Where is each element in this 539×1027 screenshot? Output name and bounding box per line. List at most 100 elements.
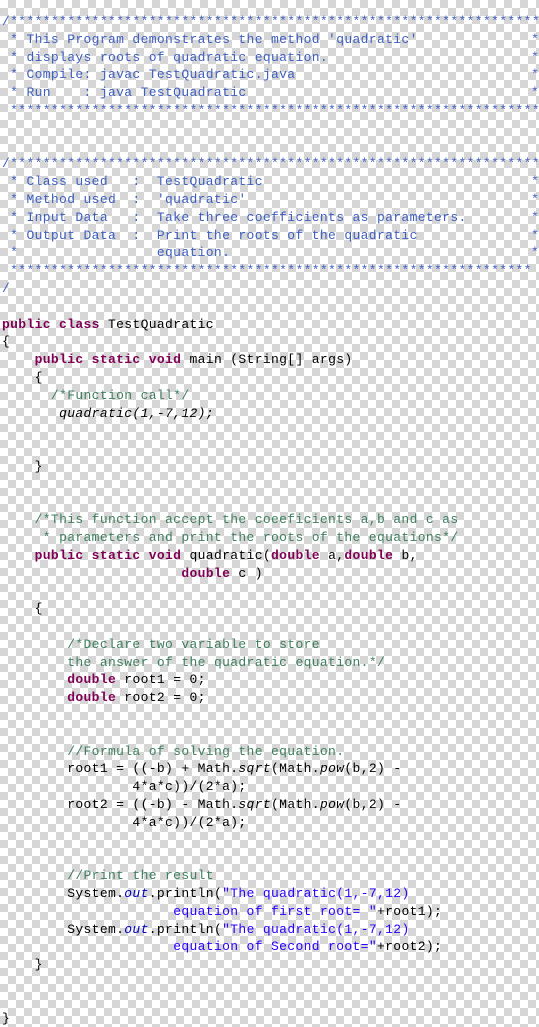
code-line: { xyxy=(0,369,539,387)
info-banner-close: / xyxy=(2,280,11,296)
code-line: { xyxy=(0,600,539,618)
header-line-4-tail: * xyxy=(531,85,539,101)
code-line: /*Declare two variable to store xyxy=(0,636,539,654)
code-line: 4*a*c))/(2*a); xyxy=(0,778,539,796)
header-line-3: * Compile: javac TestQuadratic.java xyxy=(2,67,296,83)
print1-string: "The quadratic(1,-7,12) xyxy=(222,886,410,902)
code-line: /*This function accept the coeeficients … xyxy=(0,511,539,529)
main-signature: main (String[] args) xyxy=(181,352,353,368)
info-line-2: * Method used : 'quadratic' xyxy=(2,191,247,207)
code-line: } xyxy=(0,458,539,476)
info-banner-top: /***************************************… xyxy=(2,156,539,172)
main-open-brace: { xyxy=(34,369,43,385)
root1-declaration: root1 = 0; xyxy=(116,672,206,688)
print2-out-field: out xyxy=(124,921,149,937)
function-call-comment: /*Function call*/ xyxy=(50,387,190,403)
header-line-4: * Run : java TestQuadratic xyxy=(2,85,247,101)
method-doc-line-1: /*This function accept the coeeficients … xyxy=(34,512,459,528)
code-line: public class TestQuadratic xyxy=(0,316,539,334)
print2-prefix: System. xyxy=(67,921,125,937)
code-line: ****************************************… xyxy=(0,102,539,120)
code-line: //Print the result xyxy=(0,867,539,885)
code-line: * parameters and print the roots of the … xyxy=(0,529,539,547)
code-line: * equation. * xyxy=(0,244,539,262)
code-line: equation of Second root="+root2); xyxy=(0,938,539,956)
info-line-1: * Class used : TestQuadratic xyxy=(2,174,263,190)
code-line: double root1 = 0; xyxy=(0,671,539,689)
root2-expr-part-a: root2 = ((-b) - Math. xyxy=(67,797,239,813)
root1-expr-part-b: (Math. xyxy=(271,761,320,777)
method-param1-name: a, xyxy=(319,547,345,563)
info-line-2-tail: * xyxy=(531,191,539,207)
code-line: System.out.println("The quadratic(1,-7,1… xyxy=(0,921,539,939)
code-line: * Class used : TestQuadratic * xyxy=(0,173,539,191)
code-line: the answer of the quadratic equation.*/ xyxy=(0,654,539,672)
main-keywords: public static void xyxy=(34,352,182,368)
info-line-1-tail: * xyxy=(531,174,539,190)
method-name: quadratic( xyxy=(181,547,272,563)
code-line: quadratic(1,-7,12); xyxy=(0,405,539,423)
class-name: TestQuadratic xyxy=(99,316,214,332)
main-close-brace: } xyxy=(34,458,43,474)
method-close-brace: } xyxy=(34,957,43,973)
print1-suffix: +root1); xyxy=(376,903,443,919)
header-banner-top: /***************************************… xyxy=(2,14,539,29)
method-keywords: public static void xyxy=(34,547,182,563)
root2-expr-continuation: 4*a*c))/(2*a); xyxy=(132,814,247,830)
code-line: System.out.println("The quadratic(1,-7,1… xyxy=(0,885,539,903)
header-line-3-tail: * xyxy=(531,67,539,83)
print-comment: //Print the result xyxy=(67,868,214,884)
method-param2-type: double xyxy=(344,547,394,563)
root2-sqrt-call: sqrt xyxy=(238,797,272,813)
root1-declaration-type: double xyxy=(67,672,117,688)
print2-suffix: +root2); xyxy=(376,939,443,955)
method-param3-type: double xyxy=(181,565,231,581)
code-line: public static void quadratic(double a,do… xyxy=(0,547,539,565)
method-param2-name: b, xyxy=(393,547,418,563)
code-line: equation of first root= "+root1); xyxy=(0,903,539,921)
code-line: * This Program demonstrates the method '… xyxy=(0,31,539,49)
code-line: * Input Data : Take three coefficients a… xyxy=(0,209,539,227)
header-line-1-tail: * xyxy=(531,31,539,47)
code-line: } xyxy=(0,1010,539,1027)
info-banner-bottom: ****************************************… xyxy=(2,263,532,279)
info-line-5: * equation. xyxy=(2,245,231,261)
method-param1-type: double xyxy=(271,547,320,563)
code-listing: /***************************************… xyxy=(0,13,539,1026)
code-line: ****************************************… xyxy=(0,262,539,280)
method-param3-name: c ) xyxy=(230,565,263,581)
root1-pow-call: pow xyxy=(319,761,345,777)
code-line: { xyxy=(0,333,539,351)
print1-prefix: System. xyxy=(67,886,125,902)
code-line: double root2 = 0; xyxy=(0,689,539,707)
class-open-brace: { xyxy=(2,334,11,350)
root2-expr-part-c: (b,2) - xyxy=(344,797,402,813)
print2-string-continuation: equation of Second root=" xyxy=(173,939,377,955)
info-line-5-tail: * xyxy=(531,245,539,261)
code-line: * Output Data : Print the roots of the q… xyxy=(0,227,539,245)
root1-sqrt-call: sqrt xyxy=(238,761,272,777)
root1-expr-part-a: root1 = ((-b) + Math. xyxy=(67,761,239,777)
root2-declaration-type: double xyxy=(67,690,117,706)
method-doc-line-2: * parameters and print the roots of the … xyxy=(34,530,459,546)
print2-string: "The quadratic(1,-7,12) xyxy=(222,921,410,937)
info-line-4-tail: * xyxy=(531,227,539,243)
declare-comment-line-2: the answer of the quadratic equation.*/ xyxy=(67,654,386,670)
code-line: * Compile: javac TestQuadratic.java * xyxy=(0,66,539,84)
print1-string-continuation: equation of first root= " xyxy=(173,903,377,919)
code-line: * Method used : 'quadratic' * xyxy=(0,191,539,209)
class-keywords: public class xyxy=(2,316,100,332)
root2-pow-call: pow xyxy=(319,797,345,813)
print1-method: .println( xyxy=(148,886,223,902)
root1-expr-part-c: (b,2) - xyxy=(344,761,402,777)
print1-out-field: out xyxy=(124,886,149,902)
